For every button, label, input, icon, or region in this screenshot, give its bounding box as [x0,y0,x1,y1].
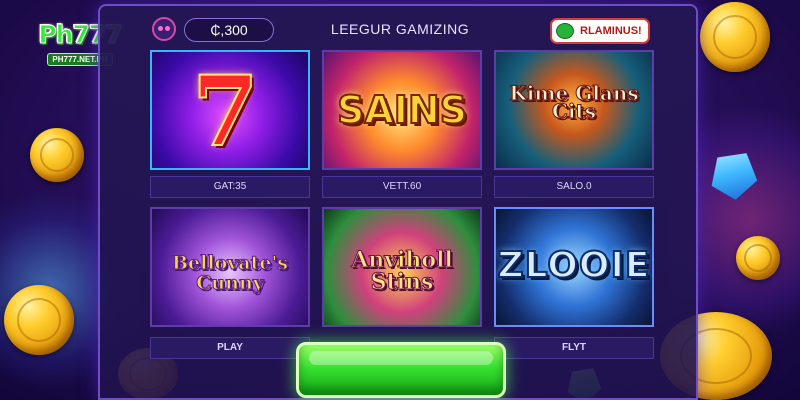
game-title-art: 7 [191,55,260,168]
game-caption: GAT:35 [150,176,310,198]
page-title: LEEGUR GAMIZING [330,21,470,37]
game-tile[interactable]: SAINS VETT.60 [322,50,482,200]
frog-icon [556,23,574,39]
game-thumbnail[interactable]: Bellovate's Cunny [150,207,310,327]
top-bar: ₵,300 LEEGUR GAMIZING RLAMINUS! [100,6,696,50]
game-tile[interactable]: ZLOOIE [494,207,654,357]
game-title-art: Anviholl Stins [351,247,454,295]
gold-coin-icon [736,236,780,280]
gold-coin-icon [30,128,84,182]
flyt-label[interactable]: FLYT [494,337,654,359]
play-button[interactable] [296,342,506,398]
user-label: RLAMINUS! [580,25,642,37]
game-thumbnail[interactable]: Anviholl Stins [322,207,482,327]
game-caption: VETT.60 [322,176,482,198]
game-tile[interactable]: Bellovate's Cunny [150,207,310,357]
game-thumbnail[interactable]: Kime Glans Cits [494,50,654,170]
game-thumbnail[interactable]: 7 [150,50,310,170]
game-thumbnail[interactable]: ZLOOIE [494,207,654,327]
balance-display[interactable]: ₵,300 [184,18,274,42]
game-title-art: SAINS [336,87,468,133]
game-tile[interactable]: 7 GAT:35 [150,50,310,200]
play-label[interactable]: PLAY [150,337,310,359]
game-tile[interactable]: Kime Glans Cits SALO.0 [494,50,654,200]
gold-coin-icon [700,2,770,72]
game-title-art: Kime Glans Cits [509,81,639,123]
game-caption: SALO.0 [494,176,654,198]
game-tile[interactable]: Anviholl Stins [322,207,482,357]
game-thumbnail[interactable]: SAINS [322,50,482,170]
user-button[interactable]: RLAMINUS! [550,18,650,44]
owl-icon[interactable] [152,17,176,41]
game-title-art: Bellovate's Cunny [172,252,289,294]
game-title-art: ZLOOIE [497,244,651,287]
gold-coin-icon [4,285,74,355]
